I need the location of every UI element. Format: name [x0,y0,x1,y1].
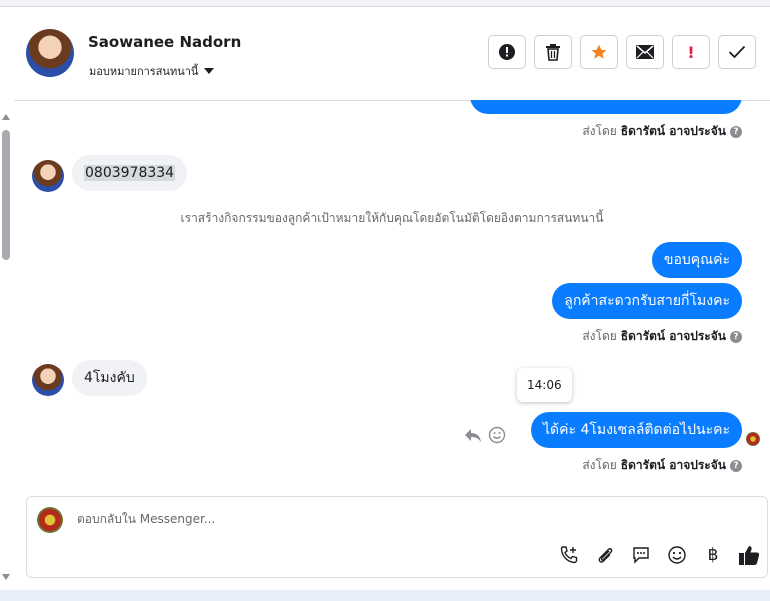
delete-button[interactable] [534,35,572,69]
sent-by-prefix: ส่งโดย [582,458,617,472]
chat-bubble-icon [633,547,649,564]
check-icon [728,45,746,59]
envelope-icon [636,45,654,59]
payment-button[interactable]: ฿ [701,543,725,567]
phone-add-icon [560,546,578,564]
alert-circle-icon [499,44,515,60]
message-bubble-incoming[interactable]: 4โมงคับ [72,360,147,396]
phone-number-text[interactable]: 0803978334 [84,165,176,181]
page-avatar [37,507,63,533]
assign-label[interactable]: มอบหมายการสนทนานี้ [89,62,198,80]
emoji-button[interactable] [665,543,689,567]
sent-by-prefix: ส่งโดย [582,329,617,343]
help-icon[interactable]: ? [730,330,742,343]
contact-name[interactable]: Saowanee Nadorn [88,33,241,51]
sent-by-name: ธิดารัตน์ อาจประจัน [620,329,726,343]
star-icon [591,44,607,59]
reply-composer: ฿ [26,496,768,578]
sent-by-name: ธิดารัตน์ อาจประจัน [620,124,726,138]
message-actions [464,426,506,444]
sent-by-name: ธิดารัตน์ อาจประจัน [620,458,726,472]
help-icon[interactable]: ? [730,459,742,472]
seen-indicator-avatar [746,432,760,446]
sent-by-line: ส่งโดย ธิดารัตน์ อาจประจัน ? [582,327,742,346]
chat-scrollbar[interactable] [0,100,12,590]
message-bubble-outgoing-clipped[interactable] [470,100,742,114]
timestamp-tooltip: 14:06 [517,368,572,402]
contact-avatar[interactable] [26,29,74,77]
mark-done-button[interactable] [718,35,756,69]
mark-unread-button[interactable] [626,35,664,69]
saved-replies-button[interactable] [629,543,653,567]
message-bubble-outgoing[interactable]: ลูกค้าสะดวกรับสายกี่โมงคะ [552,283,742,319]
sent-by-line: ส่งโดย ธิดารัตน์ อาจประจัน ? [582,122,742,141]
assign-conversation[interactable]: มอบหมายการสนทนานี้ [89,62,215,80]
mark-follow-up-button[interactable] [488,35,526,69]
reply-input[interactable] [75,511,479,527]
emoji-react-icon[interactable] [488,426,506,444]
help-icon[interactable]: ? [730,125,742,138]
caret-down-icon[interactable] [204,68,215,74]
sent-by-line: ส่งโดย ธิดารัตน์ อาจประจัน ? [582,456,742,475]
message-bubble-outgoing[interactable]: ขอบคุณค่ะ [651,242,742,278]
trash-icon [546,44,560,61]
message-bubble-outgoing[interactable]: ได้ค่ะ 4โมงเซลล์ติดต่อไปนะคะ [531,412,742,448]
sent-by-prefix: ส่งโดย [582,124,617,138]
spam-icon: ! [687,42,695,62]
header-toolbar: ! [488,35,756,69]
scroll-thumb[interactable] [2,130,10,260]
emoji-icon [668,546,686,564]
reply-icon[interactable] [464,427,482,443]
contact-avatar-small [32,160,64,192]
scroll-down-arrow-icon[interactable] [2,574,10,580]
conversation-header: Saowanee Nadorn มอบหมายการสนทนานี้ ! [14,7,770,101]
baht-icon: ฿ [707,545,719,565]
system-note: เราสร้างกิจกรรมของลูกค้าเป้าหมายให้กับคุ… [180,211,604,225]
top-border [0,0,770,7]
phone-add-button[interactable] [557,543,581,567]
page-footer-strip [0,590,770,601]
scroll-up-arrow-icon[interactable] [2,114,10,120]
like-button[interactable] [737,543,761,567]
attach-button[interactable] [593,543,617,567]
contact-avatar-small [32,364,64,396]
thumbs-up-icon [739,546,760,565]
spam-button[interactable]: ! [672,35,710,69]
message-thread: ส่งโดย ธิดารัตน์ อาจประจัน ? 0803978334 … [14,100,770,490]
composer-toolbar: ฿ [557,543,761,567]
message-bubble-incoming[interactable]: 0803978334 [72,155,188,191]
star-button[interactable] [580,35,618,69]
paperclip-icon [598,548,613,563]
